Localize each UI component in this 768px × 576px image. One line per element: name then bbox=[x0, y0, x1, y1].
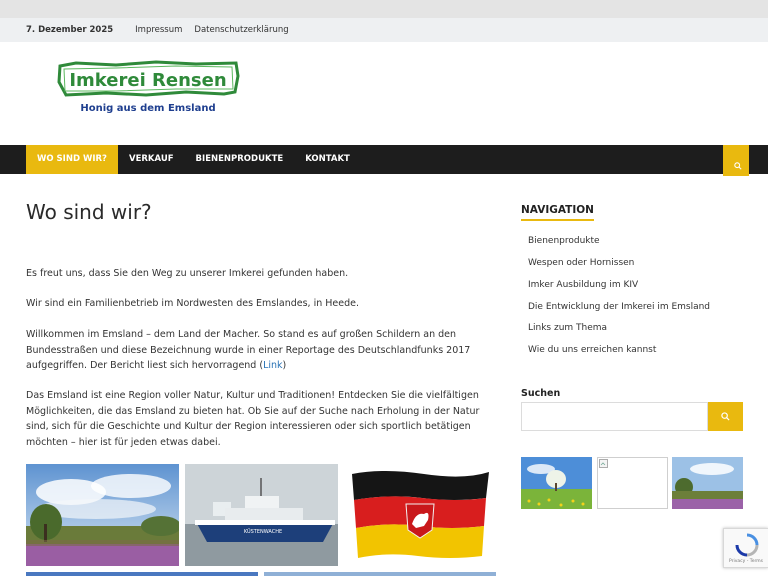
main-content: Wo sind wir? Es freut uns, dass Sie den … bbox=[26, 200, 497, 576]
gallery-image-lower-left[interactable] bbox=[26, 572, 258, 576]
sidebar-search-button[interactable] bbox=[708, 402, 743, 431]
datenschutz-link[interactable]: Datenschutzerklärung bbox=[194, 25, 288, 35]
logo-tagline: Honig aus dem Emsland bbox=[80, 103, 215, 114]
welcome-text: Willkommen im Emsland – dem Land der Mac… bbox=[26, 329, 471, 371]
sidebar-search-input[interactable] bbox=[521, 402, 708, 431]
sidebar-link-erreichen[interactable]: Wie du uns erreichen kannst bbox=[528, 345, 656, 355]
sidebar-thumbnail-broken[interactable] bbox=[597, 457, 668, 509]
nav-item-kontakt[interactable]: KONTAKT bbox=[294, 145, 361, 174]
logo-name: Imkerei Rensen bbox=[69, 70, 226, 91]
search-icon bbox=[721, 412, 730, 421]
sidebar-thumbnail-tree[interactable] bbox=[521, 457, 592, 509]
nav-search-button[interactable] bbox=[723, 145, 749, 176]
impressum-link[interactable]: Impressum bbox=[135, 25, 182, 35]
broken-image-icon bbox=[599, 459, 608, 468]
gallery-image-lower-right[interactable] bbox=[264, 572, 496, 576]
region-paragraph: Das Emsland ist eine Region voller Natur… bbox=[26, 390, 480, 448]
sidebar-thumbnail-heath[interactable] bbox=[672, 457, 743, 509]
nav-item-verkauf[interactable]: VERKAUF bbox=[118, 145, 185, 174]
sidebar-link-imker-ausbildung[interactable]: Imker Ausbildung im KIV bbox=[528, 280, 638, 290]
family-paragraph: Wir sind ein Familienbetrieb im Nordwest… bbox=[26, 298, 360, 309]
search-icon bbox=[734, 162, 742, 170]
browser-chrome-strip bbox=[0, 0, 768, 18]
navigation-widget-title: NAVIGATION bbox=[521, 204, 594, 221]
site-logo[interactable]: Imkerei Rensen Honig aus dem Emsland bbox=[56, 58, 240, 116]
recaptcha-icon bbox=[735, 533, 759, 557]
sidebar-link-bienenprodukte[interactable]: Bienenprodukte bbox=[528, 236, 600, 246]
lower-saxony-flag-image[interactable] bbox=[344, 464, 497, 566]
welcome-paragraph: Willkommen im Emsland – dem Land der Mac… bbox=[26, 327, 496, 374]
nav-item-wo-sind-wir[interactable]: WO SIND WIR? bbox=[26, 145, 118, 174]
report-link[interactable]: Link bbox=[263, 360, 282, 371]
current-date: 7. Dezember 2025 bbox=[26, 25, 114, 35]
recaptcha-terms: Privacy - Terms bbox=[729, 559, 764, 564]
search-widget-label: Suchen bbox=[521, 388, 561, 399]
heath-landscape-image[interactable] bbox=[26, 464, 179, 566]
top-bar: 7. Dezember 2025 Impressum Datenschutzer… bbox=[0, 18, 768, 42]
page-title: Wo sind wir? bbox=[26, 200, 152, 224]
welcome-text-end: ) bbox=[282, 360, 287, 371]
sidebar-link-wespen[interactable]: Wespen oder Hornissen bbox=[528, 258, 634, 268]
main-navigation: WO SIND WIR? VERKAUF BIENENPRODUKTE KONT… bbox=[0, 145, 768, 174]
sidebar-link-links-zum-thema[interactable]: Links zum Thema bbox=[528, 323, 607, 333]
logo-graphic: Imkerei Rensen Honig aus dem Emsland bbox=[57, 60, 240, 114]
recaptcha-badge[interactable]: Privacy - Terms bbox=[723, 528, 768, 568]
intro-paragraph: Es freut uns, dass Sie den Weg zu unsere… bbox=[26, 268, 349, 279]
sidebar-link-entwicklung[interactable]: Die Entwicklung der Imkerei im Emsland bbox=[528, 302, 710, 312]
ship-label: KÜSTENWACHE bbox=[244, 528, 282, 535]
sidebar: NAVIGATION Bienenprodukte Wespen oder Ho… bbox=[521, 198, 743, 509]
nav-item-bienenprodukte[interactable]: BIENENPRODUKTE bbox=[185, 145, 295, 174]
site-header: Imkerei Rensen Honig aus dem Emsland bbox=[0, 42, 768, 145]
coast-guard-ship-image[interactable]: KÜSTENWACHE bbox=[185, 464, 338, 566]
